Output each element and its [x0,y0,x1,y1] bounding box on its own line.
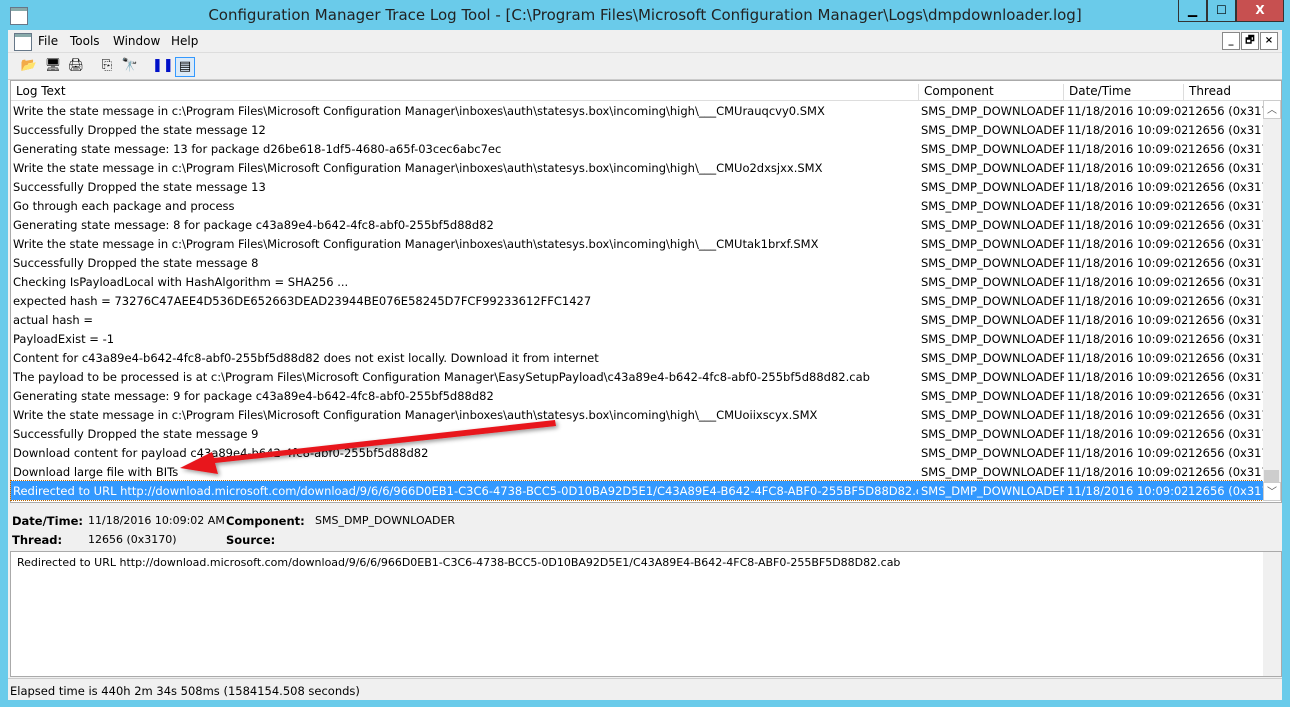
red-arrow-annotation [180,420,556,474]
arrow-icon [180,420,556,474]
